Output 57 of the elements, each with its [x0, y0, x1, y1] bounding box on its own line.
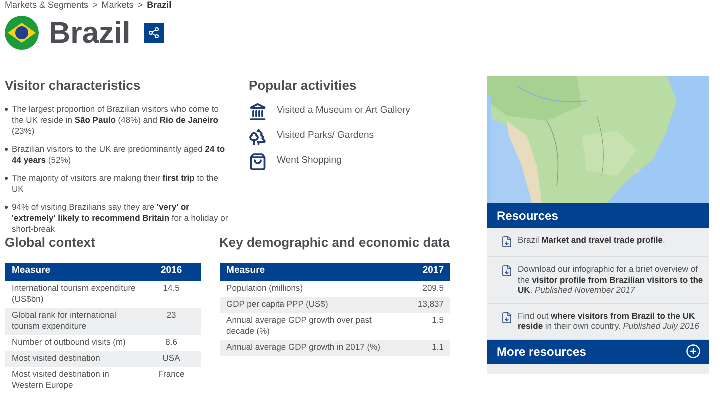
bullet-icon	[5, 148, 8, 150]
page-title: Brazil	[49, 16, 131, 52]
bullet-icon	[5, 206, 8, 208]
resources-heading: Resources	[497, 208, 558, 224]
table-cell-text: International tourism expenditure (US$bn)	[11, 283, 137, 305]
breadcrumb-link[interactable]: Brazil	[147, 0, 172, 10]
table-cell-text: Most visited destination in Western Europe	[11, 369, 110, 391]
table-cell-text: Annual average GDP growth in 2017 (%)	[226, 342, 382, 353]
table-cell-text: 8.6	[164, 337, 178, 348]
breadcrumb-link[interactable]: Markets	[102, 0, 134, 10]
trees-icon	[249, 128, 267, 146]
bullet-icon	[5, 108, 8, 110]
visitor-fact: 94% of visiting Brazilians say they are 'very' or 'extremely' likely to recommend Britain for a holiday or short-break	[12, 202, 230, 234]
table-cell-text: USA	[162, 353, 182, 364]
document-icon	[501, 310, 513, 324]
document-icon	[501, 235, 513, 249]
activity-label: Visited a Museum or Art Gallery	[277, 104, 410, 118]
plus-icon	[686, 344, 701, 359]
visitor-fact: Brazilian visitors to the UK are predominantly aged 24 to 44 years (52%)	[12, 144, 226, 166]
table-cell-text: 13,837	[417, 299, 445, 310]
table-cell-text: Number of outbound visits (m)	[11, 337, 127, 348]
museum-icon	[249, 102, 267, 120]
column-header: 2017	[422, 264, 445, 278]
breadcrumb-separator: >	[138, 0, 144, 10]
activity-label: Visited Parks/ Gardens	[277, 129, 374, 144]
table-cell-text: Most visited destination	[11, 353, 102, 364]
table-cell-text: 209.5	[422, 283, 445, 294]
section-heading: Visitor characteristics	[5, 77, 142, 95]
more-resources-button[interactable]: More resources	[487, 340, 709, 364]
activity-label: Went Shopping	[277, 154, 342, 168]
share-icon	[148, 27, 160, 39]
section-heading: Key demographic and economic data	[220, 234, 450, 252]
table-cell-text: 1.1	[431, 342, 445, 353]
visitor-fact: The largest proportion of Brazilian visitors who come to the UK reside in São Paulo (48%) and Rio de Janeiro (23%)	[12, 104, 220, 136]
column-header: Measure	[11, 264, 52, 278]
shopping-bag-icon	[249, 152, 267, 170]
table-cell-text: 14.5	[162, 283, 181, 295]
bullet-icon	[5, 176, 8, 180]
flag-icon	[5, 16, 39, 50]
table-cell-text: Annual average GDP growth over past decade (%)	[226, 315, 373, 337]
resource-link[interactable]: Download our infographic for a brief overview of the visitor profile from Brazilian visitors to the UK. Published November 2017	[487, 257, 709, 304]
breadcrumb-separator: >	[92, 0, 98, 10]
table-cell-text: Global rank for international tourism expenditure	[11, 310, 118, 332]
share-button[interactable]	[144, 23, 164, 43]
section-heading: Global context	[5, 234, 96, 252]
section-heading: Popular activities	[249, 77, 358, 95]
column-header: 2016	[160, 264, 184, 278]
resource-link[interactable]: Brazil Market and travel trade profile.	[487, 228, 709, 257]
breadcrumb-link[interactable]: Markets & Segments	[5, 0, 89, 10]
table-cell-text: 23	[166, 310, 178, 322]
table-cell-text: GDP per capita PPP (US$)	[226, 299, 330, 310]
visitor-fact: The majority of visitors are making their first trip to the UK	[12, 172, 220, 194]
table-cell-text: 1.5	[431, 315, 445, 327]
document-icon	[501, 264, 513, 278]
table-cell-text: Population (millions)	[226, 283, 304, 294]
table-cell-text: France	[157, 369, 186, 381]
column-header: Measure	[226, 264, 266, 278]
